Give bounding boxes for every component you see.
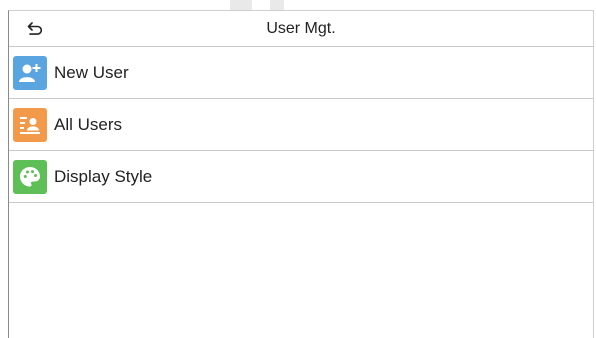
menu-item-display-style[interactable]: Display Style	[9, 151, 593, 203]
menu-item-all-users[interactable]: All Users	[9, 99, 593, 151]
menu-item-label: All Users	[54, 114, 123, 134]
palette-icon	[13, 159, 47, 194]
header-bar: User Mgt.	[9, 11, 593, 47]
menu-item-new-user[interactable]: New User	[9, 47, 593, 99]
top-decoration	[230, 0, 252, 10]
user-management-screen: User Mgt. New User All Users Display Sty…	[8, 10, 594, 338]
back-arrow-icon	[27, 22, 43, 35]
page-title: User Mgt.	[266, 20, 336, 37]
menu-item-label: New User	[54, 62, 129, 82]
menu-item-label: Display Style	[54, 166, 153, 186]
back-button[interactable]	[17, 14, 57, 44]
user-list-icon	[13, 107, 47, 142]
add-user-icon	[13, 55, 47, 90]
top-decoration	[270, 0, 284, 10]
